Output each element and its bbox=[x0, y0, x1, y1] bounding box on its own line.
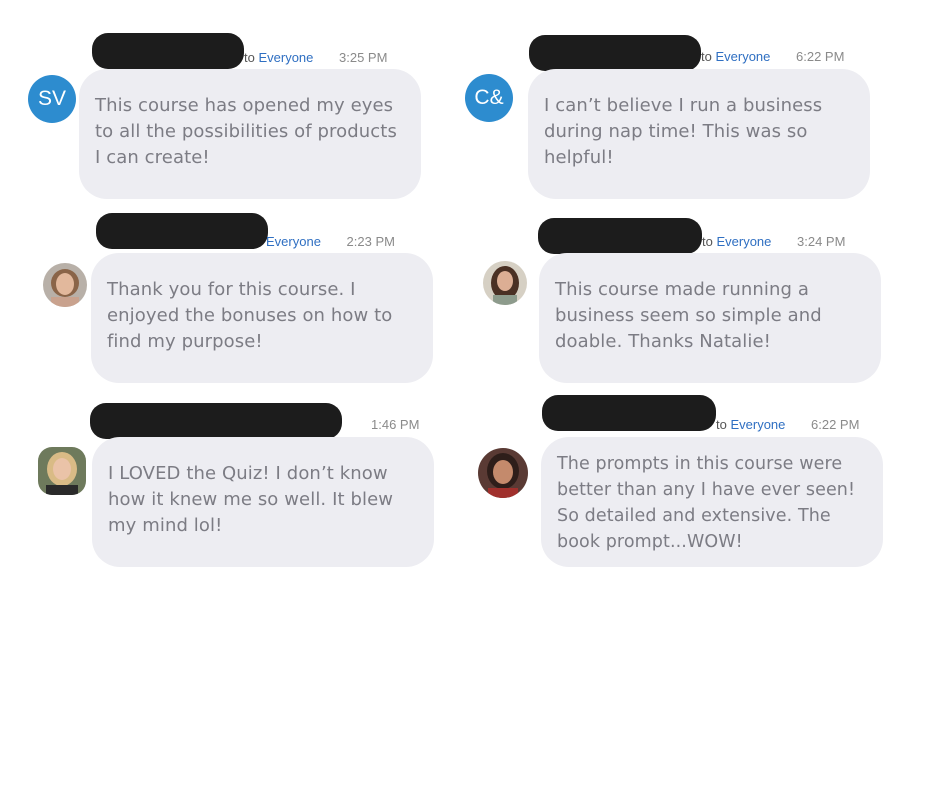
to-label: to bbox=[702, 234, 713, 249]
to-label: to bbox=[701, 49, 712, 64]
message-meta: to Everyone 6:22 PM bbox=[716, 417, 859, 432]
message-meta: Everyone 2:23 PM bbox=[266, 234, 395, 249]
to-label: to bbox=[244, 50, 255, 65]
avatar-initials: SV bbox=[37, 87, 66, 110]
profile-photo-icon bbox=[43, 263, 87, 307]
to-label: to bbox=[716, 417, 727, 432]
profile-photo-icon bbox=[478, 448, 528, 498]
message-bubble: I can’t believe I run a business during … bbox=[528, 69, 870, 199]
message-bubble: Thank you for this course. I enjoyed the… bbox=[91, 253, 433, 383]
redacted-sender-name bbox=[538, 218, 702, 254]
redacted-sender-name bbox=[90, 403, 342, 439]
message-time: 3:25 PM bbox=[339, 50, 388, 65]
avatar[interactable]: C& bbox=[465, 74, 513, 122]
message-meta: to Everyone 3:24 PM bbox=[702, 234, 845, 249]
profile-photo-icon bbox=[38, 447, 86, 495]
message-meta: 1:46 PM bbox=[349, 417, 419, 432]
message-bubble: The prompts in this course were better t… bbox=[541, 437, 883, 567]
redacted-sender-name bbox=[92, 33, 244, 69]
recipient-link[interactable]: Everyone bbox=[258, 50, 313, 65]
message-bubble: I LOVED the Quiz! I don’t know how it kn… bbox=[92, 437, 434, 567]
avatar-initials: C& bbox=[474, 86, 504, 109]
message-time: 1:46 PM bbox=[371, 417, 420, 432]
message-time: 3:24 PM bbox=[797, 234, 846, 249]
avatar-photo[interactable] bbox=[43, 263, 87, 307]
avatar-photo[interactable] bbox=[38, 447, 86, 495]
message-text: This course made running a business seem… bbox=[555, 279, 822, 352]
avatar[interactable]: SV bbox=[28, 75, 76, 123]
message-bubble: This course has opened my eyes to all th… bbox=[79, 69, 421, 199]
message-text: I can’t believe I run a business during … bbox=[544, 95, 823, 168]
message-text: Thank you for this course. I enjoyed the… bbox=[107, 279, 393, 352]
profile-photo-icon bbox=[483, 261, 527, 305]
message-time: 6:22 PM bbox=[811, 417, 860, 432]
recipient-link[interactable]: Everyone bbox=[715, 49, 770, 64]
redacted-sender-name bbox=[96, 213, 268, 249]
redacted-sender-name bbox=[542, 395, 716, 431]
recipient-link[interactable]: Everyone bbox=[266, 234, 321, 249]
message-meta: to Everyone 3:25 PM bbox=[244, 50, 387, 65]
message-meta: to Everyone 6:22 PM bbox=[701, 49, 844, 64]
avatar-photo[interactable] bbox=[478, 448, 528, 498]
message-text: I LOVED the Quiz! I don’t know how it kn… bbox=[108, 463, 394, 536]
avatar-photo[interactable] bbox=[483, 261, 527, 305]
message-time: 2:23 PM bbox=[346, 234, 395, 249]
message-time: 6:22 PM bbox=[796, 49, 845, 64]
redacted-sender-name bbox=[529, 35, 701, 71]
recipient-link[interactable]: Everyone bbox=[716, 234, 771, 249]
recipient-link[interactable]: Everyone bbox=[730, 417, 785, 432]
message-text: The prompts in this course were better t… bbox=[557, 454, 856, 552]
message-text: This course has opened my eyes to all th… bbox=[95, 95, 397, 168]
message-bubble: This course made running a business seem… bbox=[539, 253, 881, 383]
